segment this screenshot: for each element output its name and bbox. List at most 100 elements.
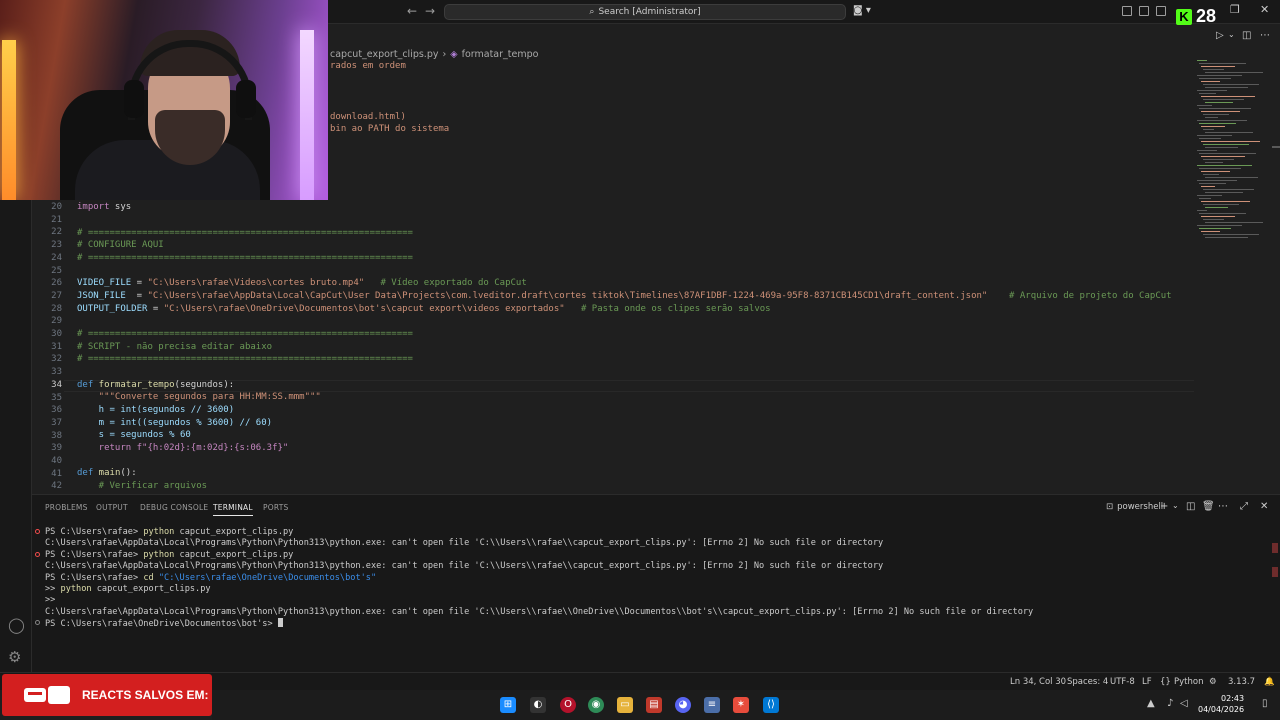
notifications-icon[interactable]: 🔔 xyxy=(1264,677,1275,687)
tab-problems[interactable]: PROBLEMS xyxy=(45,503,88,512)
terminal-shell-selector[interactable]: ⊡ powershell xyxy=(1106,502,1163,512)
file-explorer-icon[interactable]: ▭ xyxy=(617,697,633,713)
code-line: # ======================================… xyxy=(77,354,413,364)
vscode-icon[interactable]: ⟨⟩ xyxy=(763,697,779,713)
minimap-line xyxy=(1197,165,1252,166)
code-line: # SCRIPT - não precisa editar abaixo xyxy=(77,342,273,352)
minimap-line xyxy=(1199,228,1231,229)
minimap-line xyxy=(1201,111,1240,112)
minimap-line xyxy=(1203,204,1239,205)
app-icon[interactable]: ◐ xyxy=(530,697,546,713)
chrome-icon[interactable]: ◉ xyxy=(588,697,604,713)
command-center-search[interactable]: ⌕ Search [Administrator] xyxy=(444,4,846,20)
account-icon[interactable]: ◯ xyxy=(8,616,25,634)
restore-window-icon[interactable]: ❐ xyxy=(1230,3,1240,16)
app-icon[interactable]: ✶ xyxy=(733,697,749,713)
forward-arrow-icon[interactable]: → xyxy=(425,4,435,18)
discord-icon[interactable]: ◕ xyxy=(675,697,691,713)
code-line: VIDEO_FILE = "C:\Users\rafae\Videos\cort… xyxy=(77,278,527,288)
command-status-icon[interactable] xyxy=(35,529,40,534)
tab-debug-console[interactable]: DEBUG CONSOLE xyxy=(140,503,208,512)
indentation[interactable]: Spaces: 4 xyxy=(1067,677,1108,687)
command-status-icon[interactable] xyxy=(35,552,40,557)
opera-icon[interactable]: O xyxy=(560,697,576,713)
new-terminal-icon[interactable]: + xyxy=(1160,501,1168,512)
settings-gear-icon[interactable]: ⚙ xyxy=(8,648,21,666)
webcam-overlay xyxy=(0,0,328,200)
minimap-line xyxy=(1203,84,1259,85)
minimap-line xyxy=(1199,138,1221,139)
minimap-line xyxy=(1199,78,1231,79)
line-number: 34 xyxy=(51,379,62,390)
command-status-icon[interactable] xyxy=(35,620,40,625)
code-line: return f"{h:02d}:{m:02d}:{s:06.3f}" xyxy=(77,443,289,453)
microphone-icon[interactable]: ♪ xyxy=(1167,698,1173,709)
tray-chevron-icon[interactable]: ▲ xyxy=(1147,698,1155,709)
maximize-panel-icon[interactable]: ⤢ xyxy=(1240,501,1248,512)
search-icon: ⌕ xyxy=(589,7,595,17)
terminal-icon: ⊡ xyxy=(1106,502,1114,512)
notepad-icon[interactable]: ≡ xyxy=(704,697,720,713)
minimap-line xyxy=(1205,192,1243,193)
breadcrumb-symbol[interactable]: formatar_tempo xyxy=(462,49,539,60)
panel-toggle-icon[interactable] xyxy=(1156,6,1166,16)
split-terminal-icon[interactable]: ◫ xyxy=(1186,501,1195,512)
more-icon[interactable]: ⋯ xyxy=(1218,501,1228,512)
clock-time: 02:43 xyxy=(1221,694,1245,703)
terminal-dropdown-icon[interactable]: ⌄ xyxy=(1172,501,1179,510)
copilot-icon[interactable]: ◙ ▾ xyxy=(853,5,871,16)
line-number: 28 xyxy=(51,303,62,314)
minimap-line xyxy=(1199,213,1246,214)
minimap-line xyxy=(1201,126,1225,127)
terminal-line: PS C:\Users\rafae\OneDrive\Documentos\bo… xyxy=(45,618,283,629)
system-clock[interactable]: 02:43 04/04/2026 xyxy=(1198,693,1244,715)
terminal-line: PS C:\Users\rafae> python capcut_export_… xyxy=(45,550,294,560)
clock-date: 04/04/2026 xyxy=(1198,705,1245,714)
minimap-line xyxy=(1205,237,1248,238)
kill-terminal-icon[interactable]: 🗑 xyxy=(1202,501,1215,512)
editor-top-fragments: rados em ordem download.html) bin ao PAT… xyxy=(330,60,449,136)
minimap-line xyxy=(1199,168,1241,169)
tab-ports[interactable]: PORTS xyxy=(263,503,288,512)
line-number: 29 xyxy=(51,316,62,327)
line-number: 37 xyxy=(51,417,62,428)
cursor-position[interactable]: Ln 34, Col 30 xyxy=(1010,677,1066,687)
minimap-line xyxy=(1203,174,1219,175)
minimap-line xyxy=(1197,120,1247,121)
minimap-line xyxy=(1205,207,1228,208)
sidebar-toggle-icon[interactable] xyxy=(1139,6,1149,16)
back-arrow-icon[interactable]: ← xyxy=(407,4,417,18)
tab-terminal[interactable]: TERMINAL xyxy=(213,503,253,516)
bottom-panel: PROBLEMS OUTPUT DEBUG CONSOLE TERMINAL P… xyxy=(32,494,1280,672)
code-fragment: bin ao PATH do sistema xyxy=(330,124,450,135)
search-label: Search [Administrator] xyxy=(598,7,701,17)
minimap-line xyxy=(1201,231,1220,232)
encoding[interactable]: UTF-8 xyxy=(1110,677,1135,687)
chevron-right-icon: › xyxy=(442,48,447,60)
more-actions-icon[interactable]: ⋯ xyxy=(1260,30,1270,41)
app-icon[interactable]: ▤ xyxy=(646,697,662,713)
layout-toggle-icon[interactable] xyxy=(1122,6,1132,16)
breadcrumb-file[interactable]: capcut_export_clips.py xyxy=(330,49,438,60)
line-number: 20 xyxy=(51,202,62,212)
tab-output[interactable]: OUTPUT xyxy=(96,503,128,512)
volume-icon[interactable]: ◁ xyxy=(1180,698,1188,709)
terminal-cursor xyxy=(277,618,283,627)
language-mode[interactable]: Python xyxy=(1174,677,1203,687)
minimap-line xyxy=(1199,123,1236,124)
editor-scrollbar[interactable] xyxy=(1272,60,1280,490)
minimap-line xyxy=(1205,102,1233,103)
line-number: 38 xyxy=(51,430,62,441)
run-python-icon[interactable]: ▷ xyxy=(1216,30,1224,41)
windows-start-icon[interactable]: ⊞ xyxy=(500,697,516,713)
minimap-line xyxy=(1203,114,1229,115)
python-version[interactable]: 3.13.7 xyxy=(1228,677,1255,687)
terminal-line: PS C:\Users\rafae> cd "C:\Users\rafae\On… xyxy=(45,573,377,583)
close-window-icon[interactable]: ✕ xyxy=(1260,3,1269,16)
notification-center-icon[interactable]: ▯ xyxy=(1262,698,1268,709)
split-editor-icon[interactable]: ◫ xyxy=(1242,30,1251,41)
close-panel-icon[interactable]: ✕ xyxy=(1260,501,1268,512)
minimap[interactable] xyxy=(1193,60,1273,240)
end-of-line[interactable]: LF xyxy=(1142,677,1152,687)
run-dropdown-icon[interactable]: ⌄ xyxy=(1228,30,1235,39)
